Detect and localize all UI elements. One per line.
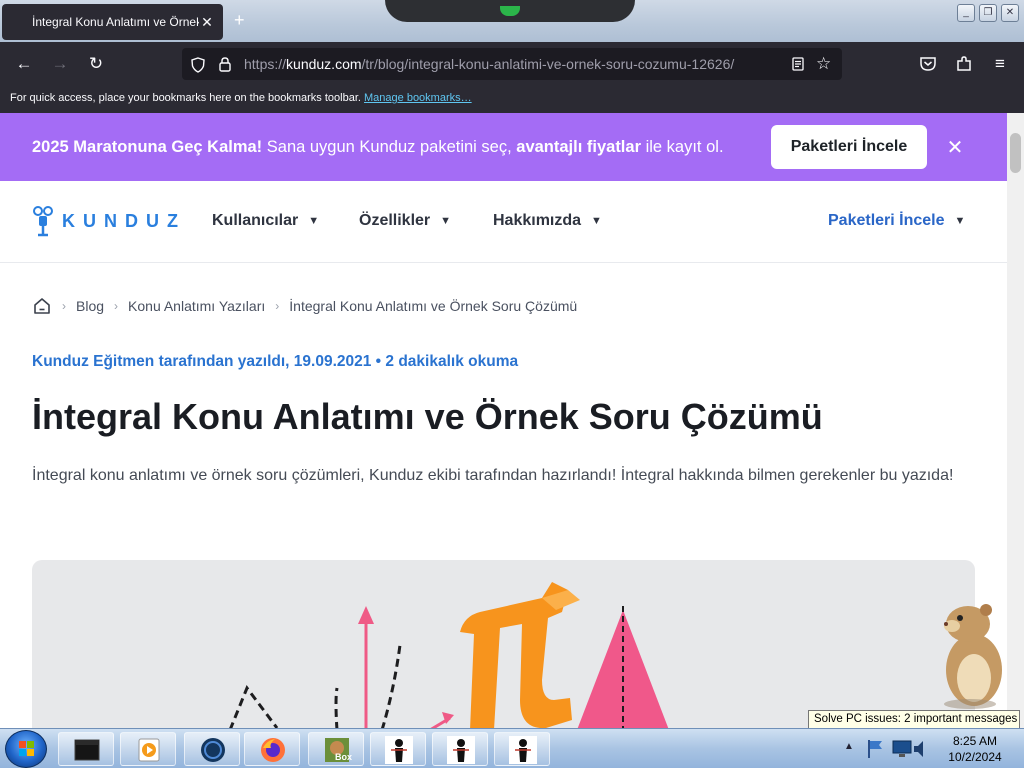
breadcrumb-blog[interactable]: Blog <box>76 298 104 314</box>
figure-icon <box>447 736 475 764</box>
article-title: İntegral Konu Anlatımı ve Örnek Soru Çöz… <box>32 396 823 437</box>
action-center-flag-icon[interactable] <box>864 737 888 761</box>
window-close-button[interactable]: ✕ <box>1001 4 1019 22</box>
promo-text: 2025 Maratonuna Geç Kalma! Sana uygun Ku… <box>32 138 724 157</box>
promo-headline: 2025 Maratonuna Geç Kalma! <box>32 138 263 156</box>
promo-text-end: ile kayıt ol. <box>641 138 724 156</box>
chevron-down-icon: ▼ <box>591 215 602 227</box>
bookmarks-toolbar: For quick access, place your bookmarks h… <box>0 86 1024 113</box>
address-bar[interactable]: https://kunduz.com/tr/blog/integral-konu… <box>182 48 842 80</box>
shield-icon[interactable] <box>190 57 206 73</box>
menu-about-label: Hakkımızda <box>493 212 582 229</box>
taskbar-app-figure-2[interactable] <box>432 732 488 766</box>
article-meta: Kunduz Eğitmen tarafından yazıldı, 19.09… <box>32 353 519 370</box>
scrollbar-thumb[interactable] <box>1010 133 1021 173</box>
breadcrumb-separator: › <box>275 299 280 313</box>
tab-close-button[interactable]: ✕ <box>199 14 215 31</box>
taskbar-app-figure-3[interactable] <box>494 732 550 766</box>
url-prefix: https:// <box>244 56 287 72</box>
browser-nav-bar: ← → ↻ https://kunduz.com/tr/blog/integra… <box>0 42 1024 86</box>
reload-icon[interactable]: ↻ <box>85 54 107 74</box>
menu-features-label: Özellikler <box>359 212 431 229</box>
menu-about[interactable]: Hakkımızda ▼ <box>493 212 602 230</box>
taskbar-app-firefox[interactable] <box>244 732 300 766</box>
page-viewport: 2025 Maratonuna Geç Kalma! Sana uygun Ku… <box>0 113 1007 728</box>
taskbar-clock[interactable]: 8:25 AM 10/2/2024 <box>930 733 1020 765</box>
new-tab-button[interactable]: + <box>234 10 245 31</box>
menu-users[interactable]: Kullanıcılar ▼ <box>212 212 319 230</box>
promo-close-icon[interactable]: ✕ <box>944 135 966 160</box>
figure-icon <box>385 736 413 764</box>
article-lead: İntegral konu anlatımı ve örnek soru çöz… <box>32 467 954 484</box>
taskbar-app-box[interactable]: Box <box>308 732 364 766</box>
globe-icon <box>201 738 225 762</box>
extensions-icon[interactable] <box>955 55 973 73</box>
breadcrumb: › Blog › Konu Anlatımı Yazıları › İntegr… <box>32 296 577 316</box>
volume-icon[interactable] <box>912 737 930 761</box>
breadcrumb-separator: › <box>114 299 119 313</box>
minimize-button[interactable]: _ <box>957 4 975 22</box>
bookmark-star-icon[interactable]: ☆ <box>816 54 831 74</box>
figure-icon <box>509 736 537 764</box>
breadcrumb-category[interactable]: Konu Anlatımı Yazıları <box>128 298 265 314</box>
network-monitor-icon[interactable] <box>890 737 914 761</box>
chevron-down-icon: ▼ <box>308 215 320 227</box>
menu-packages-label: Paketleri İncele <box>828 212 945 229</box>
home-icon[interactable] <box>32 296 52 316</box>
system-tray: ▲ 8:25 AM 10/2/2024 <box>840 729 1024 769</box>
reader-view-icon[interactable] <box>790 56 806 72</box>
kunduz-mascot-icon <box>33 206 53 237</box>
pocket-icon[interactable] <box>919 55 937 73</box>
hamburger-menu-icon[interactable]: ≡ <box>989 54 1011 74</box>
taskbar-app-figure-1[interactable] <box>370 732 426 766</box>
browser-tab-active[interactable]: İntegral Konu Anlatımı ve Örnek Soru Çöz… <box>2 4 223 40</box>
chevron-down-icon: ▼ <box>954 215 966 227</box>
tab-title: İntegral Konu Anlatımı ve Örnek Soru Çöz… <box>32 15 199 29</box>
clock-time: 8:25 AM <box>952 734 998 748</box>
bookmarks-message: For quick access, place your bookmarks h… <box>10 92 361 104</box>
back-arrow-icon[interactable]: ← <box>13 54 35 74</box>
breadcrumb-current: İntegral Konu Anlatımı ve Örnek Soru Çöz… <box>289 298 578 314</box>
url-text: https://kunduz.com/tr/blog/integral-konu… <box>244 56 734 72</box>
promo-text-mid: Sana uygun Kunduz paketini seç, <box>262 138 517 156</box>
taskbar-app-globe[interactable] <box>184 732 240 766</box>
manage-bookmarks-link[interactable]: Manage bookmarks… <box>364 92 472 104</box>
windows-taskbar: Box ▲ 8:25 AM 10/2/2024 <box>0 728 1024 768</box>
logo-wordmark: KUNDUZ <box>62 210 186 231</box>
taskbar-box-label: Box <box>335 752 353 762</box>
indicator-icon <box>500 6 520 16</box>
hero-illustration <box>229 582 669 728</box>
clock-date: 10/2/2024 <box>948 750 1002 764</box>
firefox-icon <box>261 738 285 762</box>
system-tray-tooltip: Solve PC issues: 2 important messages <box>808 710 1020 730</box>
start-button[interactable] <box>5 730 47 768</box>
taskbar-app-terminal[interactable] <box>58 732 114 766</box>
browser-tab-strip: İntegral Konu Anlatımı ve Örnek Soru Çöz… <box>0 0 1024 42</box>
promo-highlight: avantajlı fiyatlar <box>516 138 641 156</box>
article-hero-image <box>32 560 975 728</box>
taskbar-app-media[interactable] <box>120 732 176 766</box>
restore-button[interactable]: ❐ <box>979 4 997 22</box>
menu-features[interactable]: Özellikler ▼ <box>359 212 451 230</box>
tray-expand-icon[interactable]: ▲ <box>844 741 854 752</box>
site-logo[interactable]: KUNDUZ <box>32 205 186 237</box>
media-player-icon <box>138 738 160 762</box>
menu-packages[interactable]: Paketleri İncele ▼ <box>828 212 965 230</box>
url-path: /tr/blog/integral-konu-anlatimi-ve-ornek… <box>361 56 735 72</box>
chevron-down-icon: ▼ <box>440 215 452 227</box>
windows-logo-icon <box>19 741 34 756</box>
promo-packages-button[interactable]: Paketleri İncele <box>771 125 927 169</box>
lock-icon[interactable] <box>218 56 232 72</box>
site-header: KUNDUZ Kullanıcılar ▼ Özellikler ▼ Hakkımı… <box>0 181 1007 263</box>
terminal-icon <box>74 739 100 761</box>
forward-arrow-icon[interactable]: → <box>49 54 71 74</box>
window-top-decoration <box>385 0 635 22</box>
menu-users-label: Kullanıcılar <box>212 212 299 229</box>
promo-banner: 2025 Maratonuna Geç Kalma! Sana uygun Ku… <box>0 113 1007 181</box>
hamster-mascot-icon[interactable] <box>930 600 1010 710</box>
breadcrumb-separator: › <box>62 299 66 313</box>
url-domain: kunduz.com <box>286 56 362 72</box>
